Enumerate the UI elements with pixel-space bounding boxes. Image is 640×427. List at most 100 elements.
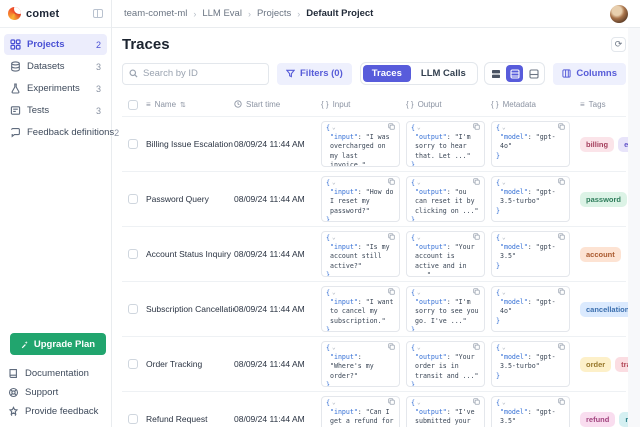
tag-pill[interactable]: password	[580, 192, 627, 207]
input-json-cell[interactable]: {⌄ "input": "Where's my order?" }	[321, 341, 400, 387]
chevron-down-icon[interactable]: ⌄	[502, 343, 506, 352]
density-large-icon[interactable]	[525, 65, 542, 82]
table-row[interactable]: Refund Request 08/09/24 11:44 AM {⌄ "inp…	[122, 392, 626, 427]
chevron-down-icon[interactable]: ⌄	[502, 233, 506, 242]
input-json-cell[interactable]: {⌄ "input": "I want to cancel my subscri…	[321, 286, 400, 332]
user-avatar[interactable]	[610, 5, 628, 23]
metadata-json-cell[interactable]: {⌄ "model": "gpt-3.5" }	[491, 396, 570, 427]
copy-icon[interactable]	[473, 178, 480, 188]
copy-icon[interactable]	[558, 233, 565, 243]
chevron-down-icon[interactable]: ⌄	[332, 343, 336, 352]
chevron-down-icon[interactable]: ⌄	[332, 288, 336, 297]
table-row[interactable]: Account Status Inquiry 08/09/24 11:44 AM…	[122, 227, 626, 282]
copy-icon[interactable]	[388, 343, 395, 353]
filters-button[interactable]: Filters (0)	[277, 63, 352, 85]
chevron-down-icon[interactable]: ⌄	[417, 123, 421, 132]
chevron-down-icon[interactable]: ⌄	[417, 398, 421, 407]
copy-icon[interactable]	[558, 343, 565, 353]
chevron-down-icon[interactable]: ⌄	[417, 343, 421, 352]
input-json-cell[interactable]: {⌄ "input": "Is my account still active?…	[321, 231, 400, 277]
sidebar-item-label: Feedback definitions	[27, 127, 114, 138]
column-header-name[interactable]: ≡ Name ⇅	[146, 100, 234, 109]
trace-name[interactable]: Order Tracking	[146, 359, 202, 369]
sidebar-item-tests[interactable]: Tests 3	[4, 100, 107, 121]
column-header-output[interactable]: { } Output	[406, 100, 491, 109]
copy-icon[interactable]	[558, 178, 565, 188]
clock-icon	[234, 100, 242, 110]
density-small-icon[interactable]	[487, 65, 504, 82]
search-box[interactable]	[122, 63, 269, 85]
column-header-metadata[interactable]: { } Metadata	[491, 100, 578, 109]
copy-icon[interactable]	[558, 288, 565, 298]
select-all-checkbox[interactable]	[128, 100, 138, 110]
trace-name[interactable]: Billing Issue Escalation	[146, 139, 233, 149]
input-json-cell[interactable]: {⌄ "input": "How do I reset my password?…	[321, 176, 400, 222]
chevron-down-icon[interactable]: ⌄	[502, 288, 506, 297]
tag-pill[interactable]: account	[580, 247, 621, 262]
chevron-down-icon[interactable]: ⌄	[417, 288, 421, 297]
trace-name[interactable]: Refund Request	[146, 414, 207, 424]
chevron-down-icon[interactable]: ⌄	[332, 398, 336, 407]
refresh-button[interactable]: ⟳	[611, 37, 626, 52]
sidebar-item-provide-feedback[interactable]: Provide feedback	[8, 402, 103, 421]
metadata-json-cell[interactable]: {⌄ "model": "gpt-3.5-turbo" }	[491, 341, 570, 387]
row-checkbox[interactable]	[128, 194, 138, 204]
upgrade-plan-button[interactable]: Upgrade Plan	[10, 333, 106, 355]
vertical-scrollbar[interactable]	[628, 28, 640, 427]
row-checkbox[interactable]	[128, 249, 138, 259]
copy-icon[interactable]	[558, 123, 565, 133]
row-checkbox[interactable]	[128, 359, 138, 369]
sidebar-item-experiments[interactable]: Experiments 3	[4, 78, 107, 99]
table-row[interactable]: Subscription Cancellation 08/09/24 11:44…	[122, 282, 626, 337]
input-json-cell[interactable]: {⌄ "input": "Can I get a refund for my l…	[321, 396, 400, 427]
tag-pill[interactable]: order	[580, 357, 611, 372]
sidebar-collapse-icon[interactable]	[93, 9, 103, 18]
metadata-json-cell[interactable]: {⌄ "model": "gpt-3.5-turbo" }	[491, 176, 570, 222]
chevron-down-icon[interactable]: ⌄	[417, 178, 421, 187]
sidebar-item-datasets[interactable]: Datasets 3	[4, 56, 107, 77]
table-row[interactable]: Password Query 08/09/24 11:44 AM {⌄ "inp…	[122, 172, 626, 227]
sidebar-item-feedback-definitions[interactable]: Feedback definitions 2	[4, 122, 107, 143]
trace-name[interactable]: Account Status Inquiry	[146, 249, 231, 259]
chevron-down-icon[interactable]: ⌄	[332, 178, 336, 187]
chevron-down-icon[interactable]: ⌄	[332, 233, 336, 242]
input-json-cell[interactable]: {⌄ "input": "I was overcharged on my las…	[321, 121, 400, 167]
output-json-cell[interactable]: {⌄ "output": "Your order is in transit a…	[406, 341, 485, 387]
table-row[interactable]: Order Tracking 08/09/24 11:44 AM {⌄ "inp…	[122, 337, 626, 392]
table-row[interactable]: Billing Issue Escalation 08/09/24 11:44 …	[122, 117, 626, 172]
search-input[interactable]	[143, 68, 253, 79]
tag-pill[interactable]: refund	[580, 412, 615, 427]
breadcrumb-item[interactable]: Projects	[257, 8, 291, 19]
metadata-json-cell[interactable]: {⌄ "model": "gpt-4o" }	[491, 121, 570, 167]
sidebar-item-projects[interactable]: Projects 2	[4, 34, 107, 55]
column-header-input[interactable]: { } Input	[321, 100, 406, 109]
output-json-cell[interactable]: {⌄ "output": "Your account is active and…	[406, 231, 485, 277]
chevron-down-icon[interactable]: ⌄	[332, 123, 336, 132]
sidebar-item-support[interactable]: Support	[8, 383, 103, 402]
row-checkbox[interactable]	[128, 139, 138, 149]
copy-icon[interactable]	[558, 398, 565, 408]
columns-button[interactable]: Columns	[553, 63, 626, 85]
metadata-json-cell[interactable]: {⌄ "model": "gpt-3.5" }	[491, 231, 570, 277]
output-json-cell[interactable]: {⌄ "output": "I'm sorry to see you go. I…	[406, 286, 485, 332]
row-checkbox[interactable]	[128, 414, 138, 424]
chevron-down-icon[interactable]: ⌄	[417, 233, 421, 242]
row-checkbox[interactable]	[128, 304, 138, 314]
breadcrumb-item[interactable]: team-comet-ml	[124, 8, 187, 19]
sidebar-item-documentation[interactable]: Documentation	[8, 364, 103, 383]
breadcrumb-item[interactable]: LLM Eval	[202, 8, 242, 19]
chevron-down-icon[interactable]: ⌄	[502, 398, 506, 407]
trace-name[interactable]: Subscription Cancellation	[146, 304, 234, 314]
metadata-json-cell[interactable]: {⌄ "model": "gpt-4o" }	[491, 286, 570, 332]
chevron-down-icon[interactable]: ⌄	[502, 123, 506, 132]
density-medium-icon[interactable]	[506, 65, 523, 82]
chevron-down-icon[interactable]: ⌄	[502, 178, 506, 187]
trace-name[interactable]: Password Query	[146, 194, 209, 204]
tab-traces[interactable]: Traces	[363, 65, 411, 82]
tab-llm-calls[interactable]: LLM Calls	[412, 65, 475, 82]
tag-pill[interactable]: billing	[580, 137, 614, 152]
output-json-cell[interactable]: {⌄ "output": "I'm sorry to hear that. Le…	[406, 121, 485, 167]
column-header-start-time[interactable]: Start time	[234, 100, 321, 110]
output-json-cell[interactable]: {⌄ "output": "I've submitted your refund…	[406, 396, 485, 427]
output-json-cell[interactable]: {⌄ "output": "ou can reset it by clickin…	[406, 176, 485, 222]
